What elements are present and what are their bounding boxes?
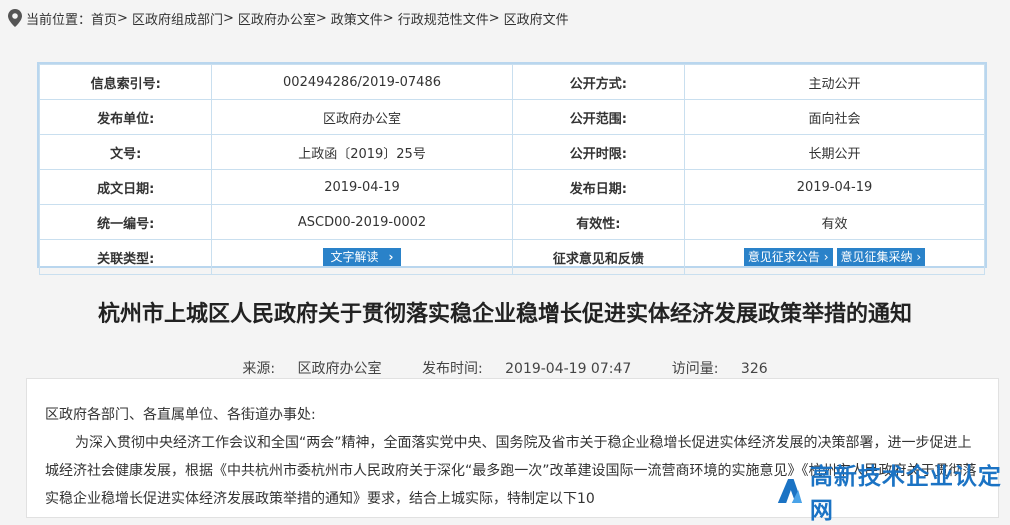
chevron-right-icon: › (388, 250, 394, 264)
info-value: 002494286/2019-07486 (211, 64, 513, 100)
info-value: 长期公开 (684, 134, 985, 170)
breadcrumb-policy[interactable]: 政策文件 (331, 9, 383, 28)
info-value: 面向社会 (684, 99, 985, 135)
breadcrumb-departments[interactable]: 区政府组成部门 (132, 9, 223, 28)
info-key: 发布单位: (38, 99, 213, 135)
watermark: 高新技术企业认定网 (776, 464, 1010, 524)
watermark-text: 高新技术企业认定网 (809, 463, 1002, 524)
info-value: 主动公开 (684, 64, 985, 100)
article-title: 杭州市上城区人民政府关于贯彻落实稳企业稳增长促进实体经济发展政策举措的通知 (97, 302, 912, 327)
info-key: 公开方式: (511, 64, 686, 100)
breadcrumb-current[interactable]: 区政府文件 (504, 9, 569, 28)
info-value: 区政府办公室 (211, 99, 513, 135)
article-greeting: 区政府各部门、各直属单位、各街道办事处: (45, 407, 316, 423)
breadcrumb-separator: > (117, 10, 128, 26)
breadcrumb-separator: > (382, 10, 394, 26)
info-key: 公开范围: (511, 99, 686, 135)
views-label: 访问量: (671, 361, 719, 377)
opinion-notice-label: 意见征求公告 (747, 250, 820, 264)
info-value: ASCD00-2019-0002 (211, 204, 513, 240)
info-key: 成文日期: (38, 169, 213, 205)
source-label: 来源: (242, 361, 276, 377)
info-key: 征求意见和反馈 (511, 239, 686, 275)
breadcrumb-separator: > (488, 10, 500, 26)
info-key: 关联类型: (38, 239, 213, 275)
info-value: 有效 (684, 204, 985, 240)
breadcrumb-label: 当前位置： (26, 12, 92, 28)
info-value: 2019-04-19 (211, 169, 513, 205)
text-interpretation-label: 文字解读 (330, 250, 379, 264)
info-value: 2019-04-19 (684, 169, 985, 205)
views-group: 访问量: 326 (663, 361, 777, 377)
time-group: 发布时间: 2019-04-19 07:47 (413, 361, 640, 377)
table-row: 统一编号: ASCD00-2019-0002 有效性: 有效 (38, 204, 985, 240)
source-group: 来源: 区政府办公室 (233, 361, 390, 377)
info-value: 文字解读 › (211, 239, 513, 275)
info-key: 公开时限: (511, 134, 686, 170)
site-logo-icon (777, 478, 802, 503)
info-key: 统一编号: (38, 204, 213, 240)
breadcrumb-separator: > (222, 10, 234, 26)
chevron-right-icon: › (823, 250, 829, 264)
table-row: 信息索引号: 002494286/2019-07486 公开方式: 主动公开 (38, 64, 985, 100)
breadcrumb-normative[interactable]: 行政规范性文件 (398, 9, 489, 28)
breadcrumb-home[interactable]: 首页 (91, 9, 117, 28)
info-value: 意见征求公告 › 意见征集采纳 › (684, 239, 985, 275)
breadcrumb-separator: > (315, 10, 327, 26)
opinion-notice-button[interactable]: 意见征求公告 › (743, 248, 833, 266)
source-value: 区政府办公室 (297, 361, 382, 377)
views-value: 326 (740, 361, 768, 377)
info-key: 文号: (38, 134, 213, 170)
info-key: 有效性: (511, 204, 686, 240)
info-key: 信息索引号: (38, 64, 213, 100)
text-interpretation-button[interactable]: 文字解读 › (322, 248, 402, 266)
info-key: 发布日期: (511, 169, 686, 205)
article-meta: 来源: 区政府办公室 发布时间: 2019-04-19 07:47 访问量: 3… (0, 358, 1010, 378)
opinion-adopt-button[interactable]: 意见征集采纳 › (836, 248, 926, 266)
table-row: 关联类型: 文字解读 › 征求意见和反馈 意见征求公告 › 意见征集采纳 › (38, 239, 985, 275)
info-value: 上政函〔2019〕25号 (211, 134, 513, 170)
time-label: 发布时间: (421, 361, 483, 377)
table-row: 发布单位: 区政府办公室 公开范围: 面向社会 (38, 99, 985, 135)
table-row: 文号: 上政函〔2019〕25号 公开时限: 长期公开 (38, 134, 985, 170)
breadcrumb-office[interactable]: 区政府办公室 (238, 9, 316, 28)
opinion-adopt-label: 意见征集采纳 (840, 250, 913, 264)
table-row: 成文日期: 2019-04-19 发布日期: 2019-04-19 (38, 169, 985, 205)
location-pin-icon (8, 9, 22, 27)
chevron-right-icon: › (916, 250, 922, 264)
info-table: 信息索引号: 002494286/2019-07486 公开方式: 主动公开 发… (37, 62, 987, 275)
breadcrumb: 当前位置： 首页 > 区政府组成部门 > 区政府办公室 > 政策文件 > 行政规范性文件… (0, 0, 1010, 36)
time-value: 2019-04-19 07:47 (505, 361, 632, 377)
